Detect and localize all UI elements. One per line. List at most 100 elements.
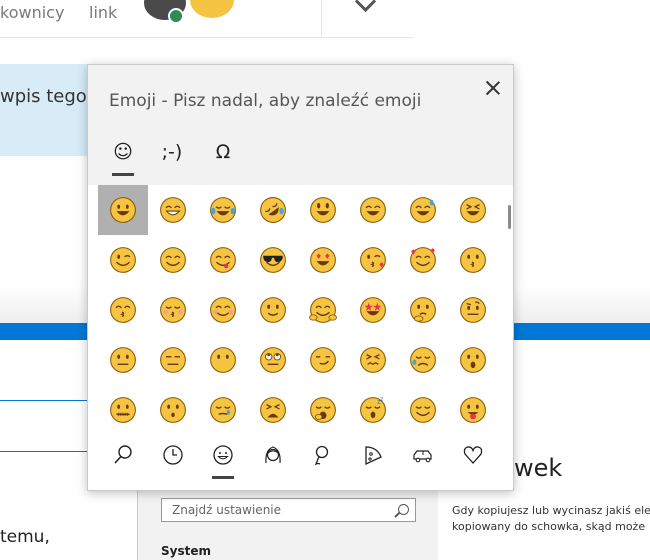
emoji-cell-relieved-face[interactable] xyxy=(398,385,448,435)
smiling-face-sunglasses-icon xyxy=(260,247,286,273)
emoji-cell-kissing-closed-eyes[interactable] xyxy=(148,285,198,335)
emoji-cell-yawning-face[interactable] xyxy=(298,385,348,435)
emoji-cell-persevering-face[interactable] xyxy=(348,335,398,385)
emoji-cell-smiling-face[interactable] xyxy=(198,285,248,335)
smiley-icon xyxy=(213,445,233,465)
clock-icon xyxy=(163,445,183,465)
grinning-face-icon xyxy=(110,197,136,223)
zipper-mouth-face-icon xyxy=(110,397,136,423)
emoji-panel-header xyxy=(88,65,513,185)
emoji-panel-title: Emoji - Pisz nadal, aby znaleźć emoji xyxy=(109,91,422,111)
sleeping-face-icon: zz xyxy=(360,396,386,423)
grinning-face-with-sweat-icon xyxy=(410,197,436,223)
emoji-cell-face-with-tongue[interactable] xyxy=(448,385,498,435)
emoji-cell-face-blowing-kiss[interactable] xyxy=(348,235,398,285)
category-smiley-button[interactable] xyxy=(206,441,240,471)
face-savoring-food-icon xyxy=(210,247,236,273)
emoji-cell-smirking-face[interactable] xyxy=(298,335,348,385)
category-car-button[interactable] xyxy=(406,441,440,471)
emoji-cell-sleepy-face[interactable] xyxy=(198,385,248,435)
kissing-closed-eyes-icon xyxy=(160,297,186,323)
face-raised-eyebrow-icon xyxy=(460,297,486,323)
background-link[interactable]: link xyxy=(89,3,117,22)
emoji-cell-kissing-face[interactable] xyxy=(448,235,498,285)
emoji-cell-smiling-face-sunglasses[interactable] xyxy=(248,235,298,285)
person-icon xyxy=(265,446,281,464)
emoji-cell-grinning-face-big-eyes[interactable] xyxy=(298,185,348,235)
smirking-face-icon xyxy=(310,347,336,373)
settings-page-heading: wek xyxy=(514,454,563,482)
category-search-button[interactable] xyxy=(106,441,140,471)
sleepy-face-icon xyxy=(210,397,236,423)
emoji-cell-grinning-squinting-face[interactable] xyxy=(448,185,498,235)
search-icon xyxy=(114,445,132,464)
category-location-pin-button[interactable] xyxy=(306,441,340,471)
emoji-cell-zipper-mouth-face[interactable] xyxy=(98,385,148,435)
smiling-face-icon xyxy=(210,297,236,323)
winking-face-icon xyxy=(110,247,136,273)
smiling-face-with-hearts-icon xyxy=(410,247,436,273)
neutral-face-icon xyxy=(110,347,136,373)
tired-face-icon xyxy=(260,397,286,423)
emoji-cell-sleeping-face[interactable]: zz xyxy=(348,385,398,435)
heart-eyes-face-icon xyxy=(310,247,336,273)
active-category-indicator xyxy=(212,476,234,479)
car-icon xyxy=(413,450,432,463)
emoji-cell-face-rolling-eyes[interactable] xyxy=(248,335,298,385)
settings-search-placeholder: Znajdź ustawienie xyxy=(172,503,282,517)
category-heart-button[interactable] xyxy=(456,441,490,471)
kissing-smiling-eyes-icon xyxy=(110,297,136,323)
sad-but-relieved-face-icon xyxy=(410,347,436,373)
search-icon[interactable] xyxy=(398,504,409,515)
background-left-text: temu, xyxy=(0,526,50,548)
emoji-cell-beaming-face[interactable] xyxy=(148,185,198,235)
emoji-cell-sad-but-relieved-face[interactable] xyxy=(398,335,448,385)
tab-kaomoji[interactable]: ;-) xyxy=(155,137,189,167)
emoji-cell-winking-face[interactable] xyxy=(98,235,148,285)
emoji-cell-hushed-face[interactable] xyxy=(148,385,198,435)
tab-symbols[interactable]: Ω xyxy=(206,137,240,167)
emoji-cell-heart-eyes-face[interactable] xyxy=(298,235,348,285)
thinking-face-icon xyxy=(410,297,436,323)
emoji-cell-smiling-face-with-hearts[interactable] xyxy=(398,235,448,285)
tab-emoji[interactable]: ☺ xyxy=(106,137,140,167)
emoji-cell-face-with-tears-of-joy[interactable] xyxy=(198,185,248,235)
smiling-face-smiling-eyes-icon xyxy=(160,247,186,273)
emoji-panel: Emoji - Pisz nadal, aby znaleźć emoji ☺ … xyxy=(87,64,514,491)
emoji-cell-kissing-smiling-eyes[interactable] xyxy=(98,285,148,335)
face-without-mouth-icon xyxy=(210,347,236,373)
active-tab-indicator xyxy=(112,173,134,176)
emoji-cell-face-without-mouth[interactable] xyxy=(198,335,248,385)
emoji-cell-grinning-smiling-eyes[interactable] xyxy=(348,185,398,235)
emoji-cell-grinning-face[interactable] xyxy=(98,185,148,235)
svg-text:z: z xyxy=(381,396,384,402)
emoji-cell-grinning-face-with-sweat[interactable] xyxy=(398,185,448,235)
face-blowing-kiss-icon xyxy=(360,247,386,273)
emoji-cell-expressionless-face[interactable] xyxy=(148,335,198,385)
settings-description-line: Gdy kopiujesz lub wycinasz jakiś ele xyxy=(452,504,650,517)
emoji-cell-slightly-smiling-face[interactable] xyxy=(248,285,298,335)
close-button[interactable] xyxy=(480,75,506,101)
emoji-cell-tired-face[interactable] xyxy=(248,385,298,435)
category-pizza-button[interactable] xyxy=(356,441,390,471)
face-rolling-eyes-icon xyxy=(260,347,286,373)
star-struck-icon xyxy=(360,297,386,323)
emoji-cell-face-open-mouth[interactable] xyxy=(448,335,498,385)
emoji-cell-rolling-on-floor-laughing[interactable] xyxy=(248,185,298,235)
emoji-grid-scrollbar[interactable] xyxy=(508,205,511,229)
rolling-on-floor-laughing-icon xyxy=(260,197,286,223)
category-person-button[interactable] xyxy=(256,441,290,471)
category-clock-button[interactable] xyxy=(156,441,190,471)
emoji-cell-smiling-face-smiling-eyes[interactable] xyxy=(148,235,198,285)
settings-section-system[interactable]: System xyxy=(161,544,211,558)
emoji-cell-face-savoring-food[interactable] xyxy=(198,235,248,285)
emoji-cell-hugging-face[interactable] xyxy=(298,285,348,335)
emoji-cell-neutral-face[interactable] xyxy=(98,335,148,385)
background-top-link[interactable]: kownicy xyxy=(0,3,64,22)
persevering-face-icon xyxy=(360,347,386,373)
hushed-face-icon xyxy=(160,397,186,423)
emoji-cell-thinking-face[interactable] xyxy=(398,285,448,335)
heart-icon xyxy=(463,446,483,464)
emoji-cell-face-raised-eyebrow[interactable] xyxy=(448,285,498,335)
emoji-cell-star-struck[interactable] xyxy=(348,285,398,335)
